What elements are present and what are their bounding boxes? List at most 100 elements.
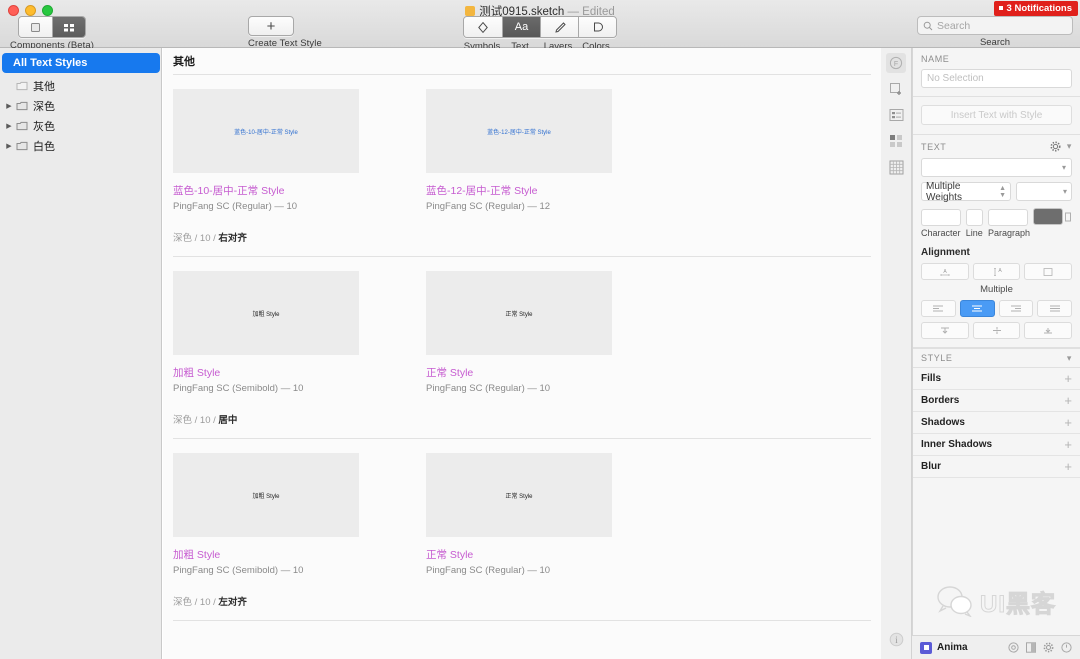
components-grid-view-button[interactable] (52, 17, 86, 37)
style-thumbnail[interactable]: 正常 Style (426, 453, 612, 537)
text-section-controls: ▾ (1050, 141, 1072, 152)
chevron-right-icon[interactable]: ▶ (4, 142, 14, 150)
add-shadow-button[interactable]: + (1064, 415, 1072, 430)
chevron-down-icon[interactable]: ▾ (1067, 353, 1072, 364)
preferences-f-icon[interactable]: F (886, 53, 906, 73)
style-section-header[interactable]: STYLE ▾ (913, 348, 1080, 368)
style-card[interactable]: 加粗 Style 加粗 Style PingFang SC (Semibold)… (173, 453, 359, 576)
style-card[interactable]: 正常 Style 正常 Style PingFang SC (Regular) … (426, 453, 612, 576)
sidebar-item-label: 灰色 (33, 121, 55, 133)
borders-row[interactable]: Borders + (913, 390, 1080, 412)
insert-text-with-style-button[interactable]: Insert Text with Style (921, 105, 1072, 125)
align-middle-icon[interactable] (972, 322, 1021, 339)
style-card-list: 加粗 Style 加粗 Style PingFang SC (Semibold)… (173, 271, 871, 394)
align-left-icon[interactable] (921, 300, 956, 317)
sidebar-item-qita[interactable]: 其他 (0, 76, 161, 96)
folder-icon (14, 101, 30, 111)
stepper-icon[interactable]: ▲ ▼ (999, 185, 1006, 199)
align-center-icon[interactable] (959, 300, 995, 317)
notifications-label: 3 Notifications (1006, 3, 1072, 14)
add-blur-button[interactable]: + (1064, 459, 1072, 474)
character-spacing-label: Character (921, 228, 961, 238)
breadcrumb-prefix: 深色 / 10 / (173, 415, 219, 426)
table-grid-icon[interactable] (886, 157, 906, 177)
paragraph-spacing-label: Paragraph (988, 228, 1031, 238)
sidebar-item-all-text-styles[interactable]: All Text Styles (2, 53, 160, 73)
name-section: NAME No Selection (913, 48, 1080, 97)
text-fit-icon[interactable] (1024, 263, 1073, 280)
panel-icon[interactable] (1026, 642, 1036, 653)
shadows-row[interactable]: Shadows + (913, 412, 1080, 434)
paragraph-spacing-input[interactable] (988, 209, 1028, 226)
chevron-right-icon[interactable]: ▶ (4, 122, 14, 130)
name-input[interactable]: No Selection (921, 69, 1072, 88)
align-bottom-icon[interactable] (1024, 322, 1073, 339)
line-spacing-field[interactable]: Line (965, 209, 983, 238)
gear-icon[interactable] (1050, 141, 1061, 152)
text-decoration-icon[interactable]: A (972, 263, 1021, 280)
components-canvas-view-button[interactable] (19, 17, 53, 37)
create-text-style-button[interactable]: + (248, 16, 294, 36)
search-label: Search (979, 37, 1011, 48)
sidebar-item-shense[interactable]: ▶ 深色 (0, 96, 161, 116)
target-icon[interactable] (1008, 642, 1019, 653)
sidebar-item-huise[interactable]: ▶ 灰色 (0, 116, 161, 136)
components-segmented-control[interactable] (18, 16, 87, 38)
tab-layers[interactable] (540, 17, 578, 37)
list-view-icon[interactable] (886, 105, 906, 125)
vertical-alignment-row (921, 322, 1073, 339)
font-size-select[interactable]: ▾ (1016, 182, 1072, 201)
power-icon[interactable] (1061, 642, 1072, 653)
info-icon[interactable]: i (887, 629, 907, 649)
color-group (1033, 208, 1072, 225)
sidebar-item-baise[interactable]: ▶ 白色 (0, 136, 161, 156)
insert-artboard-icon[interactable] (886, 79, 906, 99)
line-spacing-label: Line (965, 228, 983, 238)
style-name: 加粗 Style (173, 367, 221, 379)
font-weight-select[interactable]: Multiple Weights ▲ ▼ (921, 181, 1011, 203)
align-top-icon[interactable] (921, 322, 969, 339)
plugin-icons (1008, 642, 1072, 653)
blur-row[interactable]: Blur + (913, 456, 1080, 478)
style-card[interactable]: 加粗 Style 加粗 Style PingFang SC (Semibold)… (173, 271, 359, 394)
character-spacing-input[interactable] (921, 209, 961, 226)
style-thumbnail[interactable]: 加粗 Style (173, 271, 359, 355)
style-name: 加粗 Style (173, 549, 221, 561)
grid-view-icon[interactable] (886, 131, 906, 151)
search-input[interactable]: Search (917, 16, 1073, 35)
color-picker-icon[interactable] (1065, 212, 1072, 222)
chevron-down-icon: ▾ (1061, 163, 1066, 172)
style-card[interactable]: 蓝色-12-居中-正常 Style 蓝色-12-居中-正常 Style Ping… (426, 89, 612, 212)
inner-shadows-label: Inner Shadows (921, 439, 993, 450)
sidebar-item-label: 其他 (33, 81, 55, 93)
align-right-icon[interactable] (998, 300, 1034, 317)
add-inner-shadow-button[interactable]: + (1064, 437, 1072, 452)
style-card[interactable]: 正常 Style 正常 Style PingFang SC (Regular) … (426, 271, 612, 394)
tab-symbols[interactable] (464, 17, 502, 37)
paragraph-spacing-field[interactable]: Paragraph (988, 209, 1031, 238)
style-thumbnail[interactable]: 正常 Style (426, 271, 612, 355)
notifications-badge[interactable]: 3 Notifications (993, 1, 1078, 16)
line-spacing-input[interactable] (965, 209, 983, 226)
style-thumbnail[interactable]: 蓝色-10-居中-正常 Style (173, 89, 359, 173)
inner-shadows-row[interactable]: Inner Shadows + (913, 434, 1080, 456)
style-thumbnail[interactable]: 加粗 Style (173, 453, 359, 537)
tab-colors[interactable] (578, 17, 616, 37)
add-border-button[interactable]: + (1064, 393, 1072, 408)
view-segmented-control[interactable]: Aa (463, 16, 617, 38)
text-transform-icon[interactable]: A (921, 263, 969, 280)
fills-row[interactable]: Fills + (913, 368, 1080, 390)
style-thumbnail[interactable]: 蓝色-12-居中-正常 Style (426, 89, 612, 173)
font-family-select[interactable]: ▾ (921, 158, 1072, 177)
add-fill-button[interactable]: + (1064, 371, 1072, 386)
gear-icon[interactable] (1043, 642, 1054, 653)
align-justify-icon[interactable] (1037, 300, 1072, 317)
text-color-swatch[interactable] (1033, 208, 1063, 225)
chevron-down-icon[interactable]: ▾ (1067, 141, 1072, 152)
chevron-right-icon[interactable]: ▶ (4, 102, 14, 110)
horizontal-alignment-row (921, 300, 1072, 317)
style-card[interactable]: 蓝色-10-居中-正常 Style 蓝色-10-居中-正常 Style Ping… (173, 89, 359, 212)
tab-text[interactable]: Aa (502, 17, 540, 37)
character-spacing-field[interactable]: Character (921, 209, 961, 238)
style-row: 加粗 Style 加粗 Style PingFang SC (Semibold)… (163, 257, 881, 394)
